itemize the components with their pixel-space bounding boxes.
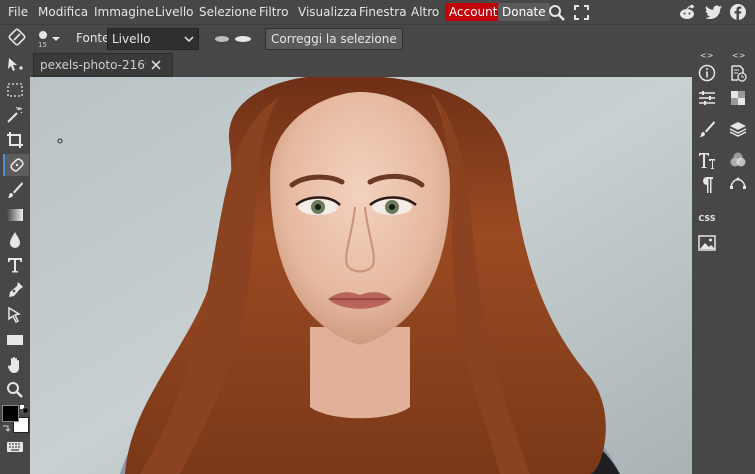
magic-wand-icon[interactable] (3, 104, 27, 126)
hand-icon[interactable] (3, 354, 27, 376)
menu-filtro[interactable]: Filtro (255, 3, 292, 21)
brush-size-value: 15 (38, 41, 47, 49)
menu-modifica[interactable]: Modifica (34, 3, 92, 21)
menu-altro[interactable]: Altro (407, 3, 443, 21)
chevron-down-icon (184, 29, 194, 49)
channels-icon[interactable] (726, 149, 750, 171)
tab-document-label: pexels-photo-21694 (40, 58, 161, 72)
facebook-icon[interactable] (730, 4, 746, 20)
document-tabs: pexels-photo-21694 (30, 52, 692, 77)
type-icon[interactable] (3, 254, 27, 276)
layers-icon[interactable] (726, 118, 750, 140)
collapse-right-button[interactable]: <> (732, 51, 745, 60)
correct-selection-button[interactable]: Correggi la selezione (265, 28, 403, 50)
move-icon[interactable] (3, 54, 27, 76)
photo-image (30, 77, 692, 474)
marquee-icon[interactable] (3, 79, 27, 101)
account-button[interactable]: Account (445, 3, 502, 21)
brush-preset-icon[interactable] (695, 118, 719, 140)
gradient-icon[interactable] (3, 204, 27, 226)
search-icon[interactable] (548, 4, 565, 21)
brush-hardness-icon[interactable] (213, 33, 253, 45)
tool-preset-icon[interactable] (8, 28, 26, 46)
color-swatches (2, 405, 30, 435)
rectangle-icon[interactable] (3, 329, 27, 351)
zoom-icon[interactable] (3, 379, 27, 401)
keyboard-icon[interactable] (3, 436, 27, 458)
right-panel: <> <> CSS (692, 51, 755, 474)
menu-finestra[interactable]: Finestra (355, 3, 411, 21)
close-icon[interactable] (146, 54, 166, 76)
donate-button[interactable]: Donate (498, 3, 550, 21)
info-icon[interactable] (695, 62, 719, 84)
css-icon[interactable]: CSS (695, 207, 719, 229)
twitter-icon[interactable] (705, 5, 722, 19)
healing-brush-icon[interactable] (3, 154, 29, 176)
brush-size-picker[interactable]: 15 (37, 29, 61, 49)
path-select-icon[interactable] (3, 304, 27, 326)
reddit-icon[interactable] (678, 4, 696, 20)
character-icon[interactable] (695, 149, 719, 171)
source-select[interactable]: Livello attuale (107, 28, 199, 66)
canvas[interactable] (30, 77, 692, 474)
swatches-icon[interactable] (726, 87, 750, 109)
paths-icon[interactable] (726, 170, 750, 192)
menu-livello[interactable]: Livello (151, 3, 198, 21)
brush-icon[interactable] (3, 179, 27, 201)
swap-colors-icon[interactable] (20, 405, 28, 413)
menu-immagine[interactable]: Immagine (90, 3, 158, 21)
blur-icon[interactable] (3, 229, 27, 251)
paragraph-icon[interactable] (695, 174, 719, 196)
css-label: CSS (698, 213, 716, 223)
toolbar (0, 52, 30, 474)
pen-icon[interactable] (3, 279, 27, 301)
collapse-left-button[interactable]: <> (700, 51, 713, 60)
adjustments-icon[interactable] (695, 87, 719, 109)
menu-selezione[interactable]: Selezione (195, 3, 261, 21)
tab-document[interactable]: pexels-photo-21694 (33, 53, 173, 77)
menu-file[interactable]: File (4, 3, 32, 21)
options-bar: 15 Fonte: Livello attuale Correggi la se… (0, 24, 755, 66)
menu-bar: File Modifica Immagine Livello Selezione… (0, 0, 755, 24)
image-icon[interactable] (695, 232, 719, 254)
fullscreen-icon[interactable] (574, 5, 589, 20)
history-icon[interactable] (726, 62, 750, 84)
reset-colors-icon[interactable] (2, 423, 11, 432)
crop-icon[interactable] (3, 129, 27, 151)
menu-visualizza[interactable]: Visualizza (294, 3, 361, 21)
foreground-color-swatch[interactable] (2, 405, 19, 422)
